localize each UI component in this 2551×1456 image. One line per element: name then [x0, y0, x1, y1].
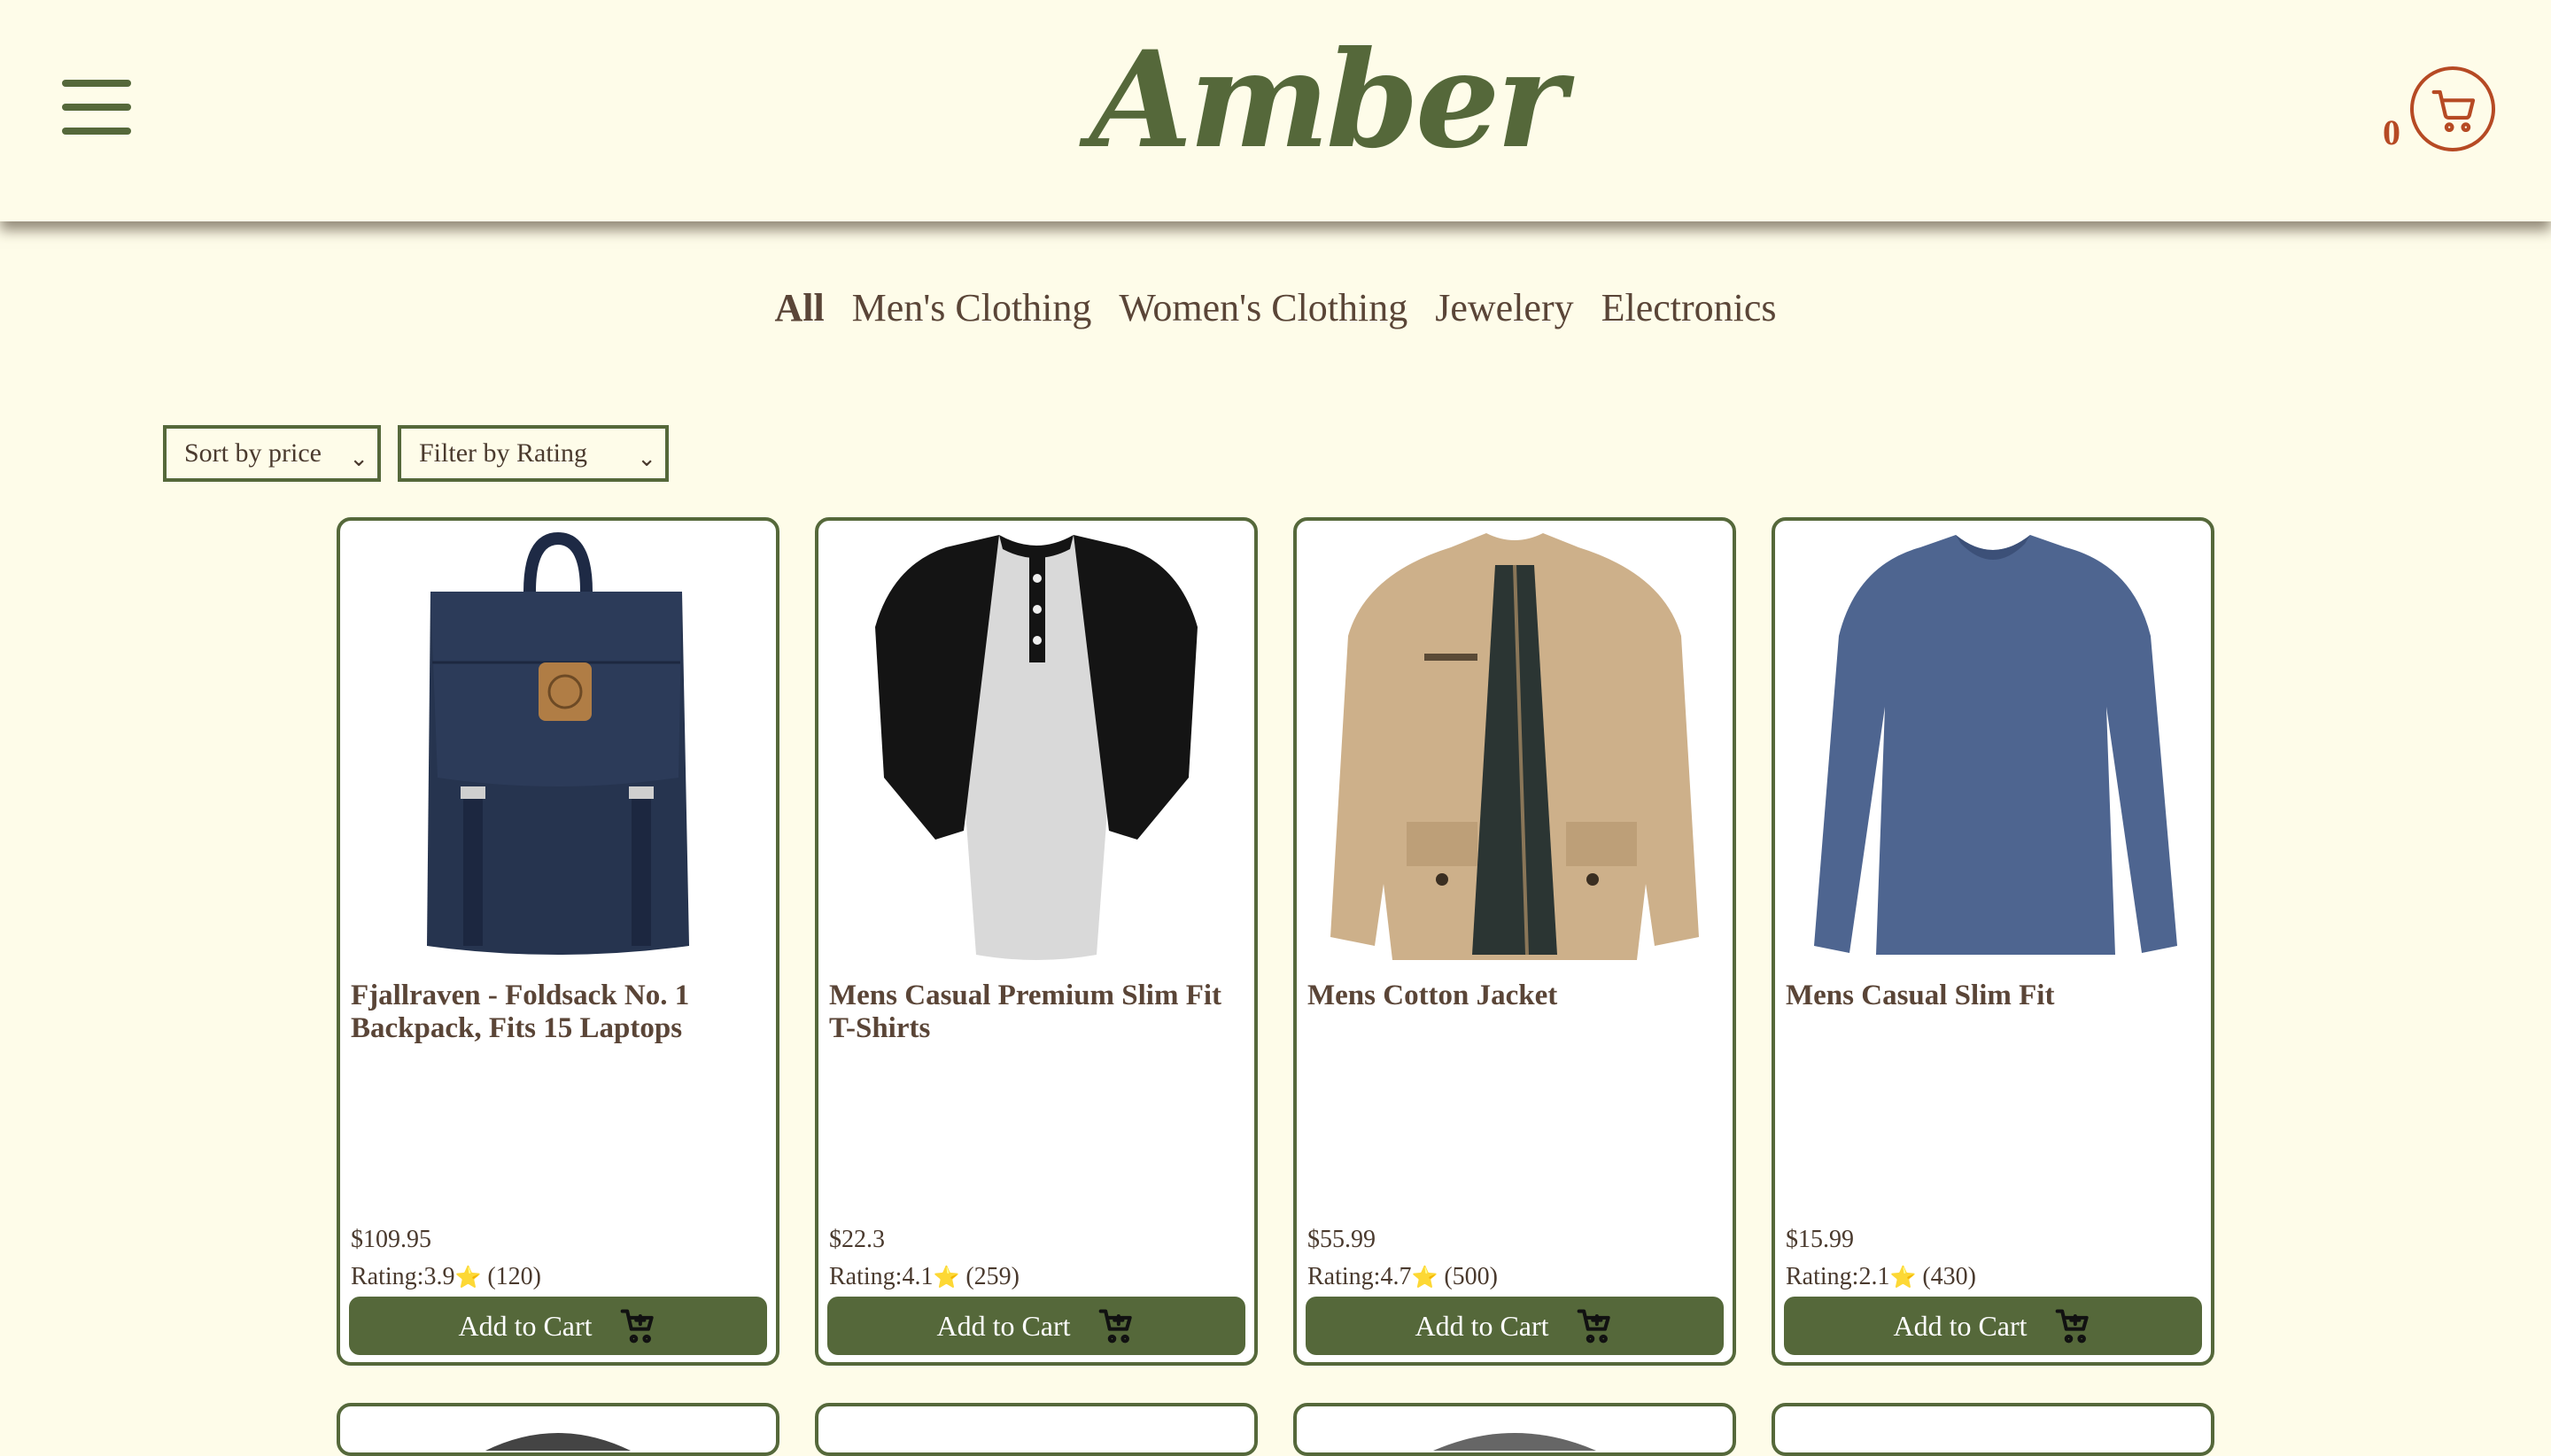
product-image-shirt	[875, 535, 1198, 960]
add-to-cart-label: Add to Cart	[1893, 1310, 2028, 1342]
rating-value: Rating:4.1	[829, 1263, 934, 1290]
product-price: $22.3	[829, 1226, 885, 1253]
product-price: $109.95	[351, 1226, 431, 1253]
add-to-cart-label: Add to Cart	[458, 1310, 593, 1342]
product-card[interactable]	[337, 1403, 779, 1456]
product-price: $15.99	[1786, 1226, 1854, 1253]
product-price: $55.99	[1307, 1226, 1376, 1253]
shopping-cart-icon	[2431, 89, 2476, 133]
product-image-backpack	[427, 531, 689, 955]
rating-value: Rating:4.7	[1307, 1263, 1412, 1290]
star-icon: ⭐	[1889, 1265, 1917, 1289]
rating-value: Rating:3.9	[351, 1263, 455, 1290]
product-card[interactable]: Fjallraven - Foldsack No. 1 Backpack, Fi…	[337, 517, 779, 1366]
product-image-jacket	[1330, 533, 1699, 960]
cart-button[interactable]	[2410, 66, 2495, 151]
product-title[interactable]: Mens Casual Premium Slim Fit T-Shirts	[829, 980, 1245, 1045]
add-to-cart-icon	[2055, 1309, 2089, 1344]
rating-value: Rating:2.1	[1786, 1263, 1890, 1290]
add-to-cart-icon	[620, 1309, 654, 1344]
product-title[interactable]: Fjallraven - Foldsack No. 1 Backpack, Fi…	[351, 980, 767, 1045]
product-image-long-sleeve	[1814, 535, 2177, 955]
add-to-cart-button[interactable]: Add to Cart	[349, 1297, 767, 1355]
product-title[interactable]: Mens Casual Slim Fit	[1786, 980, 2202, 1012]
product-card[interactable]	[1772, 1403, 2214, 1456]
add-to-cart-label: Add to Cart	[1415, 1310, 1549, 1342]
product-rating: Rating:3.9⭐ (120)	[351, 1263, 541, 1291]
product-rating: Rating:2.1⭐ (430)	[1786, 1263, 1976, 1291]
product-card[interactable]	[815, 1403, 1258, 1456]
product-card[interactable]: Mens Cotton Jacket $55.99 Rating:4.7⭐ (5…	[1293, 517, 1736, 1366]
hamburger-menu-icon[interactable]	[62, 78, 131, 136]
product-card[interactable]: Mens Casual Premium Slim Fit T-Shirts $2…	[815, 517, 1258, 1366]
rating-count: (120)	[487, 1263, 541, 1290]
rating-count: (259)	[965, 1263, 1020, 1290]
site-logo[interactable]: Amber	[1089, 16, 1566, 184]
rating-count: (500)	[1444, 1263, 1498, 1290]
add-to-cart-icon	[1577, 1309, 1610, 1344]
star-icon: ⭐	[454, 1265, 482, 1289]
cart-count: 0	[2383, 112, 2400, 152]
product-card[interactable]: Mens Casual Slim Fit $15.99 Rating:2.1⭐ …	[1772, 517, 2214, 1366]
add-to-cart-icon	[1098, 1309, 1132, 1344]
product-rating: Rating:4.1⭐ (259)	[829, 1263, 1020, 1291]
product-title[interactable]: Mens Cotton Jacket	[1307, 980, 1724, 1012]
star-icon: ⭐	[1411, 1265, 1438, 1289]
product-rating: Rating:4.7⭐ (500)	[1307, 1263, 1498, 1291]
star-icon: ⭐	[933, 1265, 960, 1289]
site-header: Amber 0	[0, 0, 2551, 221]
add-to-cart-button[interactable]: Add to Cart	[827, 1297, 1245, 1355]
add-to-cart-button[interactable]: Add to Cart	[1306, 1297, 1724, 1355]
add-to-cart-label: Add to Cart	[936, 1310, 1071, 1342]
product-image-partial	[485, 1433, 631, 1451]
rating-count: (430)	[1922, 1263, 1976, 1290]
product-card[interactable]	[1293, 1403, 1736, 1456]
product-image-partial	[1433, 1433, 1596, 1451]
add-to-cart-button[interactable]: Add to Cart	[1784, 1297, 2202, 1355]
